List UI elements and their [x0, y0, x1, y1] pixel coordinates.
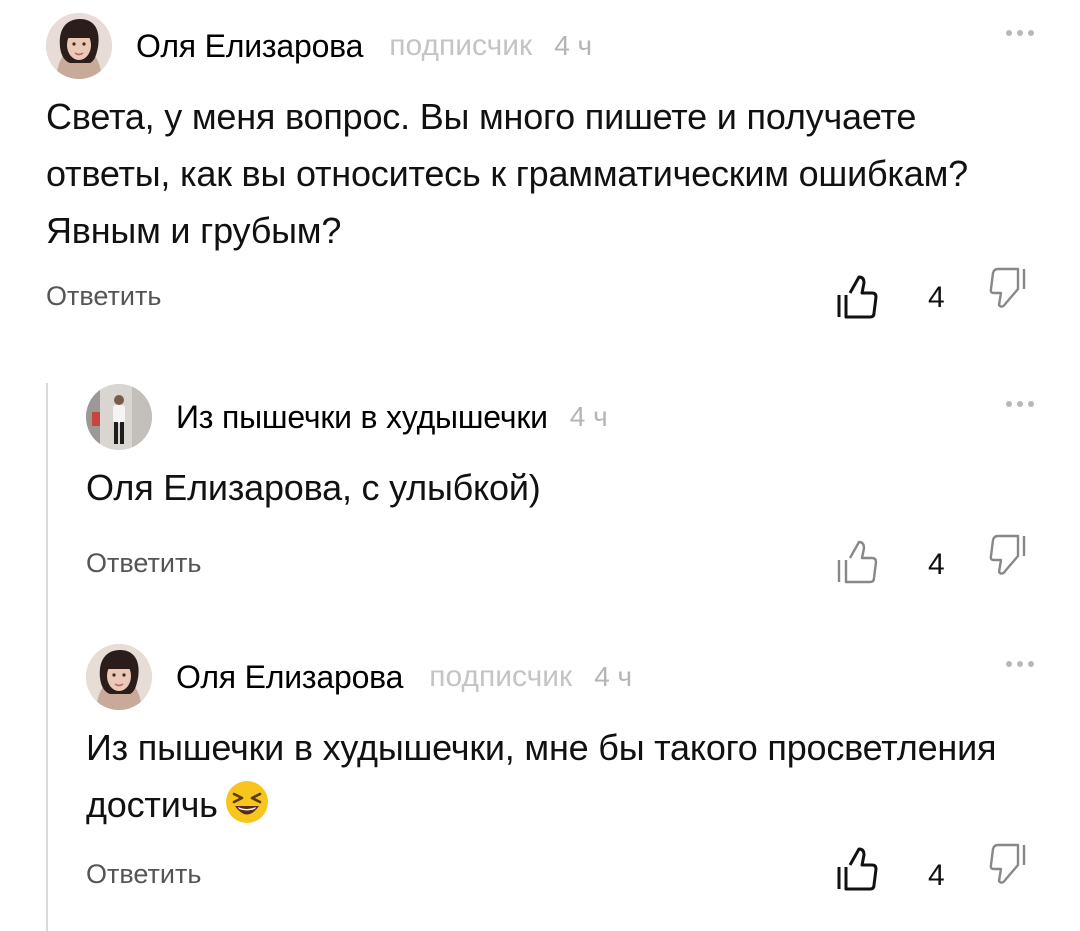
comment-text: Оля Елизарова, с улыбкой) — [86, 467, 541, 508]
comment: Оля Елизарова подписчик 4 ч Света, у мен… — [46, 12, 1046, 333]
avatar[interactable] — [46, 13, 112, 79]
reply-button[interactable]: Ответить — [46, 281, 161, 312]
reply-comment: Оля Елизарова подписчик 4 ч Из пышечки в… — [86, 643, 1046, 913]
avatar[interactable] — [86, 644, 152, 710]
comment-actions: Ответить 4 — [46, 267, 1046, 333]
author-role: подписчик — [389, 29, 533, 62]
more-dots-icon[interactable] — [1006, 661, 1034, 667]
laughing-squinting-face-icon — [225, 781, 268, 823]
thumbs-down-outline-icon[interactable] — [988, 265, 1028, 313]
thumbs-down-outline-icon[interactable] — [988, 532, 1028, 580]
comment-time: 4 ч — [554, 30, 593, 61]
comment-actions: Ответить 4 — [86, 843, 1046, 913]
reply-button[interactable]: Ответить — [86, 859, 201, 890]
comment-time: 4 ч — [594, 661, 633, 692]
comment-actions: Ответить 4 — [86, 534, 1046, 602]
reply-comment: Из пышечки в худышечки 4 ч Оля Елизарова… — [86, 383, 1046, 602]
more-dots-icon[interactable] — [1006, 30, 1034, 36]
avatar[interactable] — [86, 384, 152, 450]
comment-time: 4 ч — [569, 401, 608, 432]
reply-button[interactable]: Ответить — [86, 548, 201, 579]
like-count: 4 — [928, 281, 945, 314]
more-dots-icon[interactable] — [1006, 401, 1034, 407]
comment-text: Из пышечки в худышечки, мне бы такого пр… — [86, 719, 1046, 833]
thumbs-up-outline-icon[interactable] — [836, 845, 880, 893]
like-count: 4 — [928, 859, 945, 892]
thumbs-down-outline-icon[interactable] — [988, 841, 1028, 889]
author-name[interactable]: Из пышечки в худышечки — [176, 399, 548, 436]
author-name[interactable]: Оля Елизарова — [136, 28, 363, 65]
comment-header: Оля Елизарова подписчик 4 ч — [86, 643, 1046, 711]
author-role: подписчик — [429, 660, 573, 693]
comment-header: Из пышечки в худышечки 4 ч — [86, 383, 1046, 451]
thumbs-up-outline-icon[interactable] — [836, 273, 880, 321]
comment-text-body: Из пышечки в худышечки, мне бы такого пр… — [86, 727, 997, 825]
comment-header: Оля Елизарова подписчик 4 ч — [46, 12, 1046, 80]
author-name[interactable]: Оля Елизарова — [176, 659, 403, 696]
thread-line — [46, 383, 48, 931]
thumbs-up-outline-icon[interactable] — [836, 538, 880, 586]
comment-text: Света, у меня вопрос. Вы много пишете и … — [46, 96, 968, 251]
like-count: 4 — [928, 548, 945, 581]
